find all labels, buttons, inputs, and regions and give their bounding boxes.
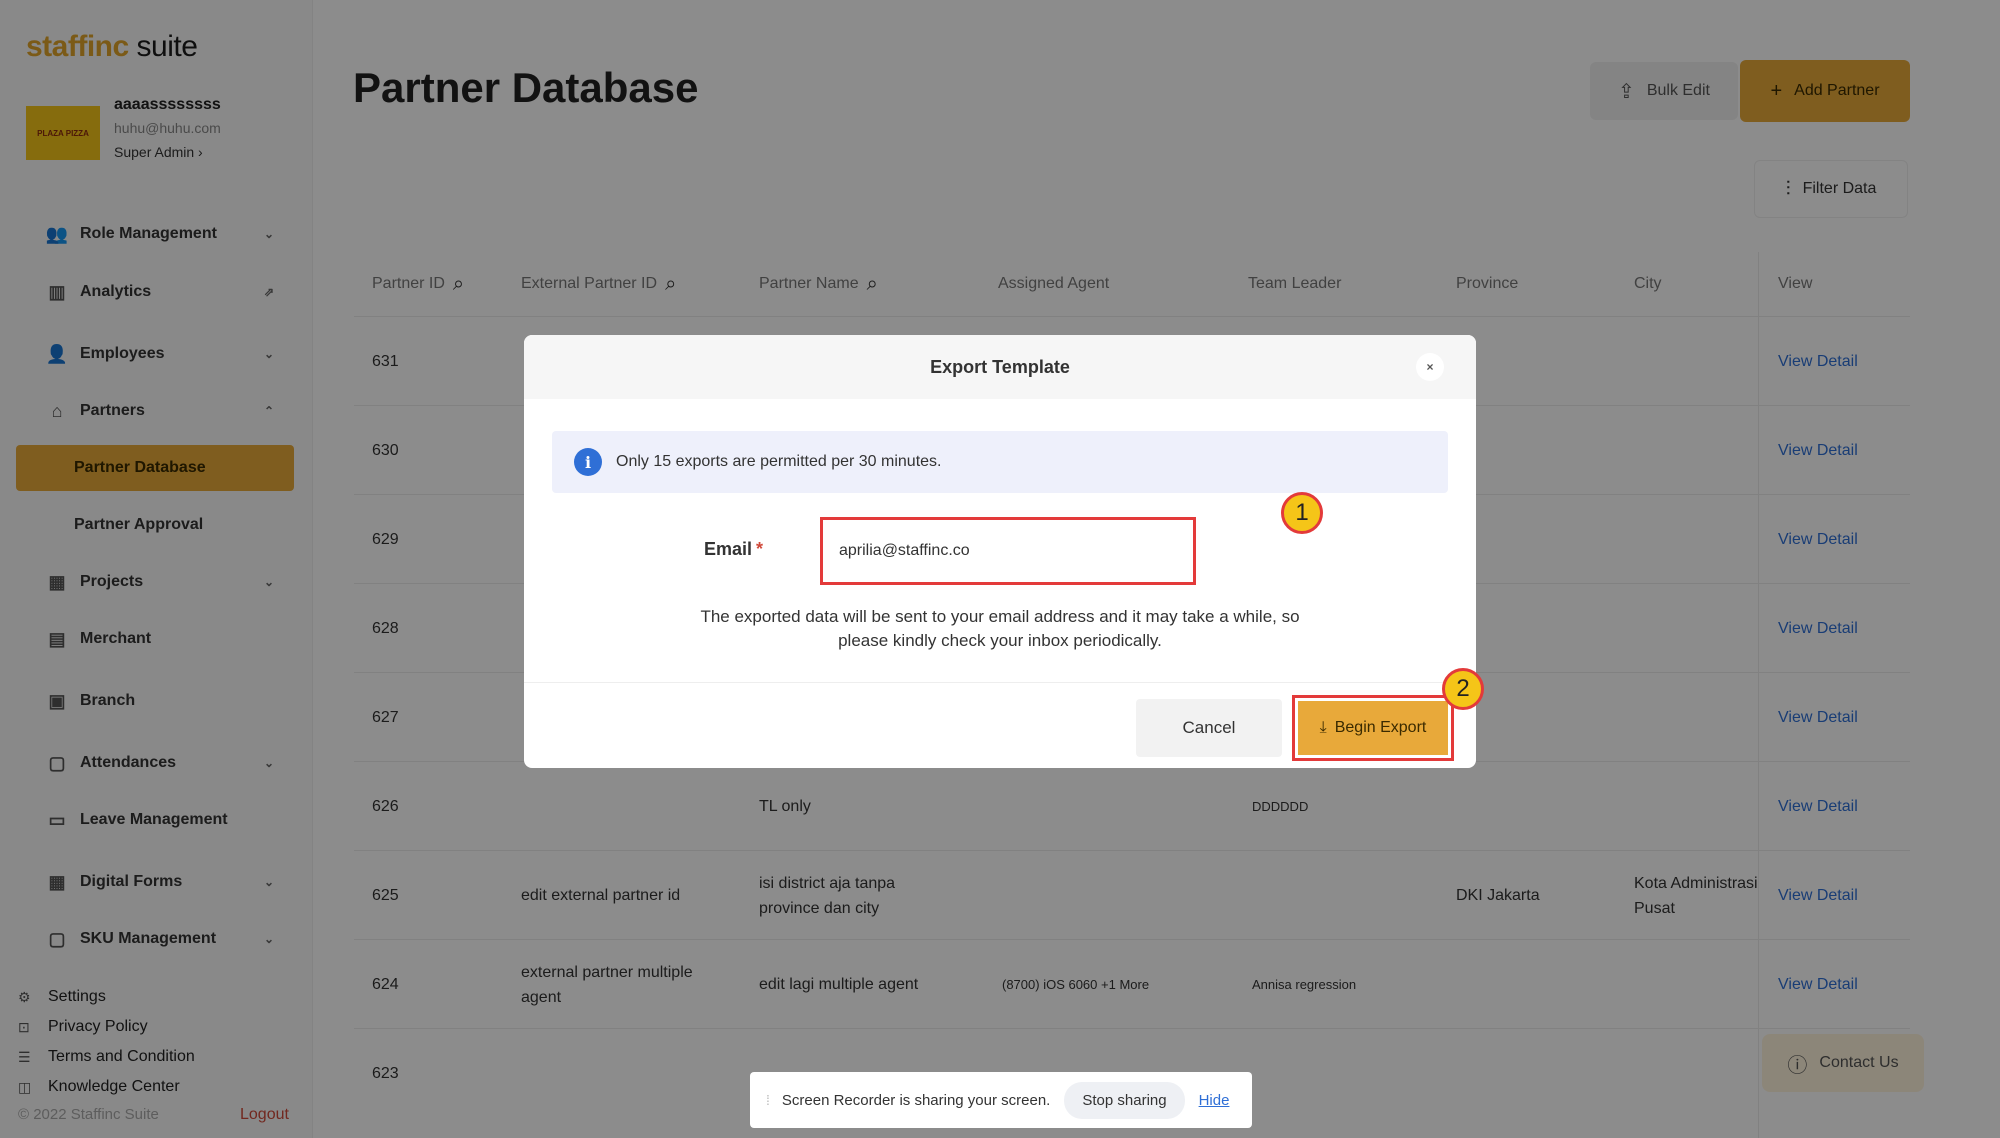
export-note: The exported data will be sent to your e… bbox=[700, 607, 1300, 650]
annotation-badge-2: 2 bbox=[1442, 668, 1484, 710]
stop-sharing-button[interactable]: Stop sharing bbox=[1064, 1081, 1185, 1119]
modal-divider bbox=[524, 682, 1476, 683]
info-text: Only 15 exports are permitted per 30 min… bbox=[616, 453, 942, 470]
modal-header: Export Template × bbox=[524, 335, 1476, 399]
hide-link[interactable]: Hide bbox=[1199, 1092, 1230, 1109]
info-icon: i bbox=[574, 448, 602, 476]
export-template-modal: Export Template × i Only 15 exports are … bbox=[524, 335, 1476, 768]
begin-export-button[interactable]: ⤓ Begin Export bbox=[1298, 701, 1448, 755]
download-icon: ⤓ bbox=[1319, 719, 1327, 736]
screen-share-bar: ⁞ Screen Recorder is sharing your screen… bbox=[750, 1072, 1252, 1128]
share-message: Screen Recorder is sharing your screen. bbox=[781, 1091, 1051, 1109]
cancel-button[interactable]: Cancel bbox=[1136, 699, 1282, 757]
annotation-badge-1: 1 bbox=[1281, 492, 1323, 534]
required-mark: * bbox=[756, 539, 764, 559]
drag-handle-icon[interactable]: ⁞ bbox=[766, 1092, 770, 1108]
modal-title: Export Template bbox=[930, 356, 1070, 377]
begin-export-highlight: ⤓ Begin Export bbox=[1292, 695, 1454, 761]
close-icon[interactable]: × bbox=[1416, 353, 1444, 381]
email-input[interactable] bbox=[820, 517, 1196, 585]
email-label: Email * bbox=[704, 539, 764, 559]
info-banner: i Only 15 exports are permitted per 30 m… bbox=[552, 431, 1448, 493]
